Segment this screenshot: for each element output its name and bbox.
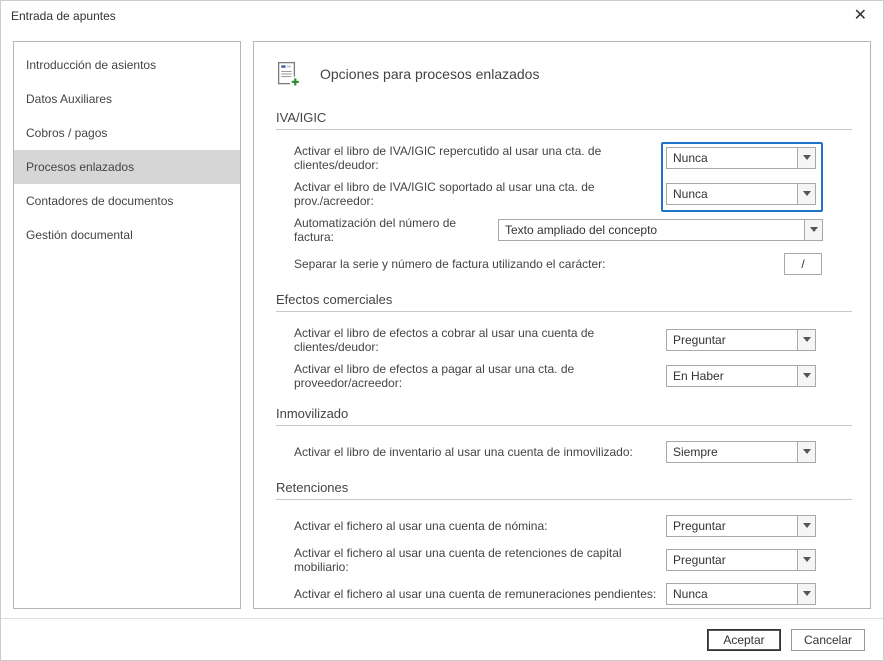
section-header-retenciones: Retenciones [276, 480, 852, 500]
chevron-down-icon[interactable] [797, 330, 815, 350]
label-efectos-pagar: Activar el libro de efectos a pagar al u… [294, 362, 666, 390]
label-iva-soportado: Activar el libro de IVA/IGIC soportado a… [294, 180, 666, 208]
ok-button[interactable]: Aceptar [707, 629, 781, 651]
sidebar-item-gestion-documental[interactable]: Gestión documental [14, 218, 240, 252]
combo-inmovilizado[interactable]: Siempre [666, 441, 816, 463]
chevron-down-icon[interactable] [804, 220, 822, 240]
row-separador-serie: Separar la serie y número de factura uti… [294, 252, 852, 276]
input-separador[interactable] [784, 253, 822, 275]
label-ret-remuneraciones: Activar el fichero al usar una cuenta de… [294, 587, 666, 601]
combo-iva-repercutido[interactable]: Nunca [666, 147, 816, 169]
dialog-footer: Aceptar Cancelar [1, 618, 883, 660]
sidebar-item-label: Contadores de documentos [26, 194, 173, 208]
combo-value: Nunca [667, 587, 797, 601]
row-efectos-pagar: Activar el libro de efectos a pagar al u… [294, 362, 852, 390]
row-iva-repercutido: Activar el libro de IVA/IGIC repercutido… [294, 144, 852, 172]
label-separador: Separar la serie y número de factura uti… [294, 257, 784, 271]
combo-value: Nunca [667, 187, 797, 201]
section-header-iva: IVA/IGIC [276, 110, 852, 130]
combo-efectos-cobrar[interactable]: Preguntar [666, 329, 816, 351]
combo-value: Texto ampliado del concepto [499, 223, 804, 237]
chevron-down-icon[interactable] [797, 366, 815, 386]
combo-iva-soportado[interactable]: Nunca [666, 183, 816, 205]
combo-automatizacion[interactable]: Texto ampliado del concepto [498, 219, 823, 241]
sidebar-item-label: Cobros / pagos [26, 126, 107, 140]
window-title: Entrada de apuntes [11, 9, 116, 23]
section-header-efectos: Efectos comerciales [276, 292, 852, 312]
row-automatizacion-factura: Automatización del número de factura: Te… [294, 216, 852, 244]
row-ret-remuneraciones: Activar el fichero al usar una cuenta de… [294, 582, 852, 606]
combo-ret-nomina[interactable]: Preguntar [666, 515, 816, 537]
combo-value: Nunca [667, 151, 797, 165]
page-icon: H [276, 60, 304, 88]
row-ret-capital: Activar el fichero al usar una cuenta de… [294, 546, 852, 574]
sidebar-item-datos-auxiliares[interactable]: Datos Auxiliares [14, 82, 240, 116]
combo-efectos-pagar[interactable]: En Haber [666, 365, 816, 387]
chevron-down-icon[interactable] [797, 184, 815, 204]
combo-value: Preguntar [667, 519, 797, 533]
label-inmovilizado: Activar el libro de inventario al usar u… [294, 445, 666, 459]
sidebar-item-label: Procesos enlazados [26, 160, 134, 174]
row-iva-soportado: Activar el libro de IVA/IGIC soportado a… [294, 180, 852, 208]
sidebar-item-contadores[interactable]: Contadores de documentos [14, 184, 240, 218]
combo-ret-remuneraciones[interactable]: Nunca [666, 583, 816, 605]
chevron-down-icon[interactable] [797, 584, 815, 604]
label-ret-nomina: Activar el fichero al usar una cuenta de… [294, 519, 666, 533]
row-inmovilizado: Activar el libro de inventario al usar u… [294, 440, 852, 464]
content-panel: H Opciones para procesos enlazados IVA/I… [253, 41, 871, 609]
label-iva-repercutido: Activar el libro de IVA/IGIC repercutido… [294, 144, 666, 172]
sidebar: Introducción de asientos Datos Auxiliare… [13, 41, 241, 609]
sidebar-item-cobros-pagos[interactable]: Cobros / pagos [14, 116, 240, 150]
sidebar-item-label: Introducción de asientos [26, 58, 156, 72]
svg-text:H: H [287, 64, 290, 69]
section-header-inmovilizado: Inmovilizado [276, 406, 852, 426]
titlebar: Entrada de apuntes ✕ [1, 1, 883, 31]
combo-value: Siempre [667, 445, 797, 459]
combo-value: Preguntar [667, 333, 797, 347]
label-efectos-cobrar: Activar el libro de efectos a cobrar al … [294, 326, 666, 354]
chevron-down-icon[interactable] [797, 148, 815, 168]
label-automatizacion: Automatización del número de factura: [294, 216, 498, 244]
content-header: H Opciones para procesos enlazados [276, 60, 852, 88]
close-icon[interactable]: ✕ [846, 4, 875, 28]
row-efectos-cobrar: Activar el libro de efectos a cobrar al … [294, 326, 852, 354]
chevron-down-icon[interactable] [797, 550, 815, 570]
chevron-down-icon[interactable] [797, 516, 815, 536]
combo-value: Preguntar [667, 553, 797, 567]
dialog-body: Introducción de asientos Datos Auxiliare… [1, 31, 883, 609]
row-ret-nomina: Activar el fichero al usar una cuenta de… [294, 514, 852, 538]
page-title: Opciones para procesos enlazados [320, 66, 539, 82]
sidebar-item-procesos-enlazados[interactable]: Procesos enlazados [14, 150, 240, 184]
sidebar-item-label: Gestión documental [26, 228, 133, 242]
label-ret-capital: Activar el fichero al usar una cuenta de… [294, 546, 666, 574]
cancel-button[interactable]: Cancelar [791, 629, 865, 651]
combo-ret-capital[interactable]: Preguntar [666, 549, 816, 571]
sidebar-item-introduccion[interactable]: Introducción de asientos [14, 48, 240, 82]
sidebar-item-label: Datos Auxiliares [26, 92, 112, 106]
chevron-down-icon[interactable] [797, 442, 815, 462]
combo-value: En Haber [667, 369, 797, 383]
